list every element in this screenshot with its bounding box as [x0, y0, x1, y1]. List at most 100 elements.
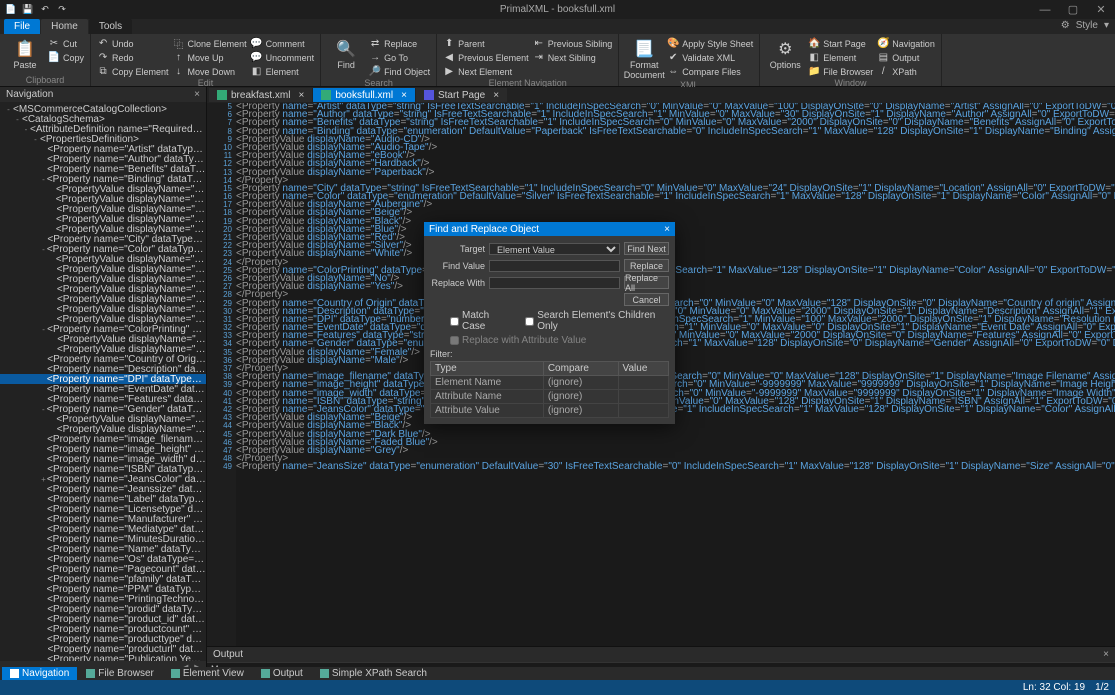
- tree-row[interactable]: <Property name="pfamily" dataType="strin…: [0, 574, 206, 584]
- tree-row[interactable]: <Property name="Publication Year" dataTy…: [0, 654, 206, 661]
- close-output-icon[interactable]: ×: [1103, 649, 1109, 660]
- tree-row[interactable]: <Property name="Country of Origin" dataT…: [0, 354, 206, 364]
- next-sibling-button[interactable]: ⇥Next Sibling: [533, 51, 613, 64]
- move-down-button[interactable]: ↓Move Down: [173, 65, 247, 78]
- uncomment-button[interactable]: 💬Uncomment: [251, 51, 315, 64]
- tree-row[interactable]: <Property name="producttype" dataType="s…: [0, 634, 206, 644]
- tree-row[interactable]: <Property name="EventDate" dataType="dat…: [0, 384, 206, 394]
- tree-row[interactable]: -<Property name="ColorPrinting" dataType…: [0, 324, 206, 334]
- tree-row[interactable]: <Property name="image_height" dataType="…: [0, 444, 206, 454]
- tree-twisty-icon[interactable]: -: [4, 105, 13, 114]
- tree-row[interactable]: <PropertyValue displayName="Audio-CD"/>: [0, 184, 206, 194]
- doc-tab-close-icon[interactable]: ×: [493, 90, 499, 101]
- paste-button[interactable]: 📋Paste: [6, 36, 44, 70]
- tree-row[interactable]: -<CatalogSchema>: [0, 114, 206, 124]
- compare-files-button[interactable]: ⇔Compare Files: [667, 65, 753, 78]
- doc-tab-close-icon[interactable]: ×: [401, 90, 407, 101]
- filter-row[interactable]: Attribute Name(ignore): [431, 390, 669, 404]
- maximize-button[interactable]: ▢: [1059, 0, 1087, 19]
- apply-stylesheet-button[interactable]: 🎨Apply Style Sheet: [667, 37, 753, 50]
- tree-row[interactable]: <PropertyValue displayName="Hardback"/>: [0, 214, 206, 224]
- next-element-button[interactable]: ▶Next Element: [443, 65, 529, 78]
- tree-row[interactable]: -<AttributeDefinition name="RequiredProp…: [0, 124, 206, 134]
- tree-row[interactable]: <PropertyValue displayName="eBook"/>: [0, 204, 206, 214]
- tree-twisty-icon[interactable]: -: [40, 325, 47, 334]
- tree-row[interactable]: <Property name="Features" dataType="stri…: [0, 394, 206, 404]
- tree-row[interactable]: <PropertyValue displayName="Beige"/>: [0, 264, 206, 274]
- tab-file[interactable]: File: [4, 19, 40, 34]
- cut-button[interactable]: ✂Cut: [48, 37, 84, 50]
- tree-twisty-icon[interactable]: -: [40, 175, 47, 184]
- find-next-button[interactable]: Find Next: [624, 242, 669, 255]
- dialog-close-icon[interactable]: ×: [664, 224, 670, 235]
- col-type[interactable]: Type: [431, 362, 544, 376]
- tree-row[interactable]: <Property name="MinutesDuration" dataTyp…: [0, 534, 206, 544]
- tree-row[interactable]: <Property name="City" dataType="string" …: [0, 234, 206, 244]
- tree-row[interactable]: <PropertyValue displayName="Audio-Tape"/…: [0, 194, 206, 204]
- tree-row[interactable]: <Property name="Pagecount" dataType="num…: [0, 564, 206, 574]
- tree-row[interactable]: <PropertyValue displayName="Aubergine"/>: [0, 254, 206, 264]
- tree-twisty-icon[interactable]: -: [13, 115, 22, 124]
- tree-row[interactable]: -<Property name="Gender" dataType="enume…: [0, 404, 206, 414]
- replace-button[interactable]: ⇄Replace: [369, 37, 430, 50]
- tree-row[interactable]: <Property name="product_id" dataType="st…: [0, 614, 206, 624]
- minimize-button[interactable]: —: [1031, 0, 1059, 19]
- tree-row[interactable]: <Property name="prodid" dataType="string…: [0, 604, 206, 614]
- tree-twisty-icon[interactable]: -: [31, 135, 40, 144]
- tree-twisty-icon[interactable]: -: [40, 245, 47, 254]
- document-tab[interactable]: booksfull.xml×: [313, 88, 415, 102]
- tree-row[interactable]: <PropertyValue displayName="Black"/>: [0, 274, 206, 284]
- tree-row[interactable]: <Property name="Licensetype" dataType="s…: [0, 504, 206, 514]
- file-browser-pane-button[interactable]: 📁File Browser: [808, 65, 873, 78]
- tree-twisty-icon[interactable]: +: [40, 475, 47, 484]
- prev-sibling-button[interactable]: ⇤Previous Sibling: [533, 37, 613, 50]
- tree-row[interactable]: <Property name="Os" dataType="string" Is…: [0, 554, 206, 564]
- tree-row[interactable]: <Property name="Author" dataType="string…: [0, 154, 206, 164]
- tree-row[interactable]: <Property name="image_filename" dataTyp.…: [0, 434, 206, 444]
- close-panel-icon[interactable]: ×: [194, 89, 200, 100]
- tree-row[interactable]: <Property name="Manufacturer" dataType="…: [0, 514, 206, 524]
- doc-tab-close-icon[interactable]: ×: [298, 90, 304, 101]
- redo-button[interactable]: ↷Redo: [97, 51, 169, 64]
- copy-element-button[interactable]: ⧉Copy Element: [97, 65, 169, 78]
- tree-row[interactable]: <Property name="Mediatype" dataType="str…: [0, 524, 206, 534]
- tree-twisty-icon[interactable]: -: [40, 405, 47, 414]
- bottom-tab[interactable]: Navigation: [2, 667, 77, 680]
- tree-row[interactable]: <PropertyValue displayName="No"/>: [0, 334, 206, 344]
- tree-row[interactable]: <PropertyValue displayName="Paperback"/>: [0, 224, 206, 234]
- bottom-tab[interactable]: Element View: [163, 667, 252, 680]
- undo-button[interactable]: ↶Undo: [97, 37, 169, 50]
- tree-row[interactable]: <PropertyValue displayName="Yes"/>: [0, 344, 206, 354]
- move-up-button[interactable]: ↑Move Up: [173, 51, 247, 64]
- bottom-tab[interactable]: Simple XPath Search: [312, 667, 435, 680]
- tree-row[interactable]: <Property name="Artist" dataType="string…: [0, 144, 206, 154]
- children-only-checkbox[interactable]: Search Element's Children Only: [525, 310, 669, 332]
- match-case-checkbox[interactable]: Match Case: [450, 310, 511, 332]
- code-content[interactable]: <Property name="Artist" dataType="string…: [236, 103, 1115, 471]
- output-pane-button[interactable]: ▤Output: [877, 51, 935, 64]
- tree-twisty-icon[interactable]: -: [22, 125, 30, 134]
- document-tab[interactable]: breakfast.xml×: [209, 88, 312, 102]
- filter-row[interactable]: Element Name(ignore): [431, 376, 669, 390]
- target-select[interactable]: Element Value: [489, 243, 620, 255]
- navigation-pane-button[interactable]: 🧭Navigation: [877, 37, 935, 50]
- replace-btn[interactable]: Replace: [624, 259, 669, 272]
- options-button[interactable]: ⚙Options: [766, 36, 804, 70]
- tree-row[interactable]: <Property name="image_width" dataType="n…: [0, 454, 206, 464]
- col-compare[interactable]: Compare: [543, 362, 618, 376]
- tab-home[interactable]: Home: [41, 19, 88, 34]
- find-button[interactable]: 🔍Find: [327, 36, 365, 70]
- tree-row[interactable]: <Property name="DPI" dataType="number" D…: [0, 374, 206, 384]
- tree-row[interactable]: <PropertyValue displayName="Male"/>: [0, 424, 206, 434]
- find-object-button[interactable]: 🔎Find Object: [369, 65, 430, 78]
- tree-row[interactable]: <Property name="Jeanssize" dataType="enu…: [0, 484, 206, 494]
- tree-row[interactable]: -<MSCommerceCatalogCollection>: [0, 104, 206, 114]
- qat-new-icon[interactable]: 📄: [4, 3, 18, 17]
- tree-row[interactable]: <Property name="productcount" dataType="…: [0, 624, 206, 634]
- prev-element-button[interactable]: ◀Previous Element: [443, 51, 529, 64]
- dialog-titlebar[interactable]: Find and Replace Object ×: [424, 222, 675, 236]
- tree-row[interactable]: <Property name="producturl" dataType="..…: [0, 644, 206, 654]
- navigation-tree[interactable]: -<MSCommerceCatalogCollection>-<CatalogS…: [0, 102, 206, 661]
- style-switcher[interactable]: ⚙ Style ▾: [1061, 20, 1109, 31]
- qat-save-icon[interactable]: 💾: [21, 3, 35, 17]
